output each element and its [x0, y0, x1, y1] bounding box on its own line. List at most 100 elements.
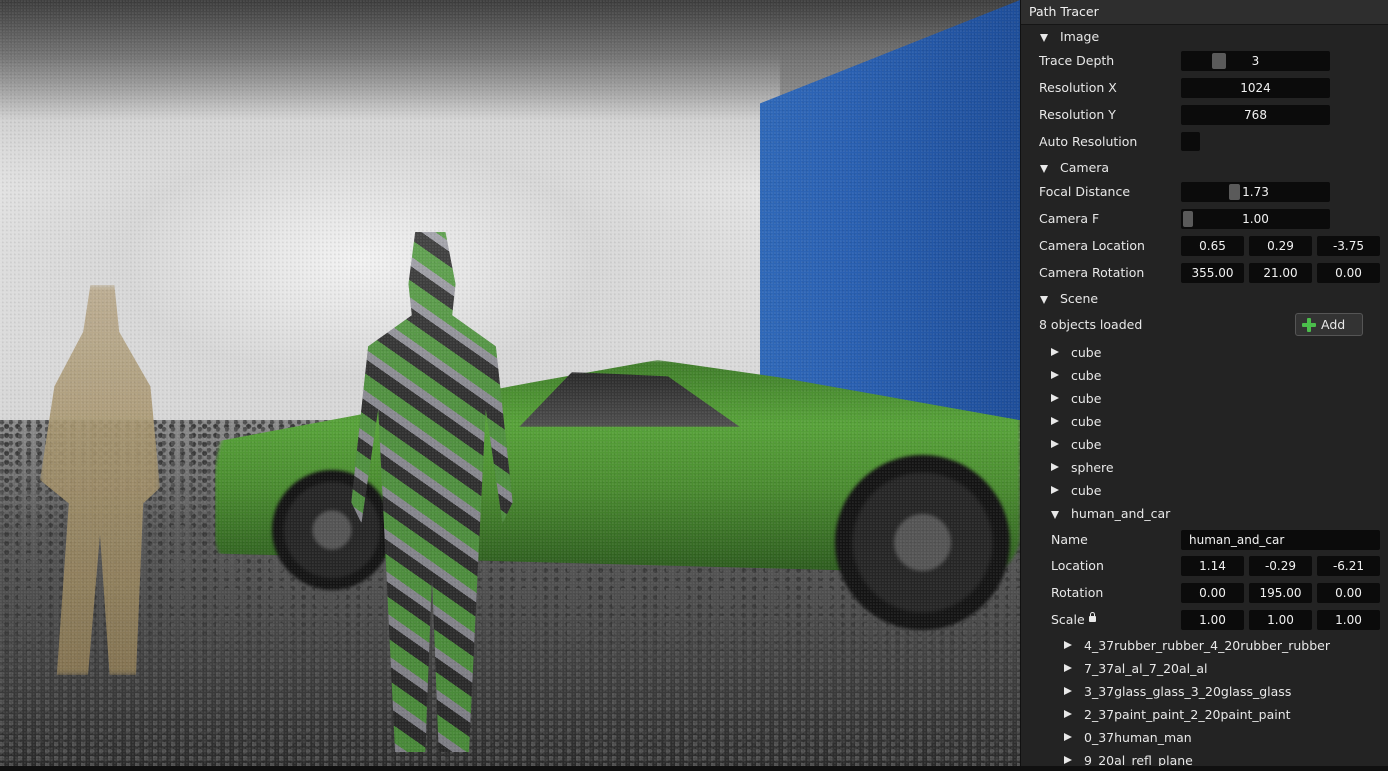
tree-child-label: 4_37rubber_rubber_4_20rubber_rubber: [1084, 638, 1331, 653]
expand-triangle-icon: [1064, 756, 1072, 764]
collapse-triangle-icon: [1040, 34, 1048, 42]
camera-f-row: Camera F 1.00: [1021, 208, 1388, 231]
camera-location-y[interactable]: 0.29: [1249, 236, 1312, 256]
tree-item-label: human_and_car: [1071, 506, 1171, 521]
tree-item-cube[interactable]: cube: [1021, 365, 1388, 388]
tree-item-label: cube: [1071, 437, 1102, 452]
trace-depth-row: Trace Depth 3: [1021, 50, 1388, 73]
expand-triangle-icon: [1051, 417, 1059, 425]
object-scale-row: Scale 1.00 1.00 1.00: [1021, 609, 1388, 632]
focal-distance-label: Focal Distance: [1039, 184, 1131, 199]
object-scale-y[interactable]: 1.00: [1249, 610, 1312, 630]
tree-item-cube[interactable]: cube: [1021, 480, 1388, 503]
expand-triangle-icon: [1064, 641, 1072, 649]
resolution-y-field[interactable]: 768: [1181, 105, 1330, 125]
object-rotation-y[interactable]: 195.00: [1249, 583, 1312, 603]
slider-grab[interactable]: [1229, 184, 1240, 200]
camera-location-z[interactable]: -3.75: [1317, 236, 1380, 256]
tree-child-label: 3_37glass_glass_3_20glass_glass: [1084, 684, 1292, 699]
add-object-button[interactable]: Add: [1295, 313, 1363, 336]
tree-child-label: 0_37human_man: [1084, 730, 1192, 745]
add-button-label: Add: [1321, 317, 1346, 332]
tree-child-label: 9_20al_refl_plane: [1084, 753, 1193, 766]
resolution-y-label: Resolution Y: [1039, 107, 1116, 122]
collapse-triangle-icon: [1040, 165, 1048, 173]
expand-triangle-icon: [1064, 710, 1072, 718]
tree-child-label: 2_37paint_paint_2_20paint_paint: [1084, 707, 1291, 722]
expand-triangle-icon: [1051, 348, 1059, 356]
object-scale-label: Scale: [1051, 612, 1085, 627]
focal-distance-row: Focal Distance 1.73: [1021, 181, 1388, 204]
camera-rotation-z[interactable]: 0.00: [1317, 263, 1380, 283]
slider-grab[interactable]: [1183, 211, 1193, 227]
expand-triangle-icon: [1051, 394, 1059, 402]
resolution-y-row: Resolution Y 768: [1021, 104, 1388, 127]
object-name-input[interactable]: human_and_car: [1181, 530, 1380, 550]
collapse-triangle-icon: [1040, 296, 1048, 304]
camera-rotation-y[interactable]: 21.00: [1249, 263, 1312, 283]
car-front-wheel: [835, 455, 1010, 630]
plus-icon: [1302, 318, 1316, 332]
camera-location-label: Camera Location: [1039, 238, 1145, 253]
scene-section-header[interactable]: Scene: [1021, 288, 1388, 311]
camera-f-value: 1.00: [1242, 212, 1269, 226]
tree-child-item[interactable]: 4_37rubber_rubber_4_20rubber_rubber: [1021, 635, 1388, 658]
tree-item-label: cube: [1071, 368, 1102, 383]
tree-item-label: cube: [1071, 345, 1102, 360]
camera-f-slider[interactable]: 1.00: [1181, 209, 1330, 229]
object-scale-z[interactable]: 1.00: [1317, 610, 1380, 630]
expand-triangle-icon: [1051, 463, 1059, 471]
object-location-x[interactable]: 1.14: [1181, 556, 1244, 576]
trace-depth-value: 3: [1251, 54, 1260, 68]
focal-distance-slider[interactable]: 1.73: [1181, 182, 1330, 202]
path-tracer-panel: Path Tracer Image Trace Depth 3 Resoluti…: [1020, 0, 1388, 766]
scene-header-label: Scene: [1060, 291, 1099, 306]
tree-item-label: sphere: [1071, 460, 1114, 475]
slider-grab[interactable]: [1212, 53, 1226, 69]
camera-location-row: Camera Location 0.65 0.29 -3.75: [1021, 235, 1388, 258]
resolution-x-field[interactable]: 1024: [1181, 78, 1330, 98]
camera-rotation-label: Camera Rotation: [1039, 265, 1145, 280]
lock-icon[interactable]: [1089, 612, 1096, 622]
expand-triangle-icon: [1064, 664, 1072, 672]
tree-child-item[interactable]: 2_37paint_paint_2_20paint_paint: [1021, 704, 1388, 727]
expand-triangle-icon: [1064, 733, 1072, 741]
object-location-y[interactable]: -0.29: [1249, 556, 1312, 576]
trace-depth-slider[interactable]: 3: [1181, 51, 1330, 71]
camera-rotation-x[interactable]: 355.00: [1181, 263, 1244, 283]
auto-resolution-checkbox[interactable]: [1181, 132, 1200, 151]
tree-item-cube[interactable]: cube: [1021, 434, 1388, 457]
object-location-row: Location 1.14 -0.29 -6.21: [1021, 555, 1388, 578]
object-location-z[interactable]: -6.21: [1317, 556, 1380, 576]
tree-child-item[interactable]: 7_37al_al_7_20al_al: [1021, 658, 1388, 681]
tree-item-human-and-car[interactable]: human_and_car: [1021, 503, 1388, 526]
object-rotation-z[interactable]: 0.00: [1317, 583, 1380, 603]
focal-distance-value: 1.73: [1242, 185, 1269, 199]
image-section-header[interactable]: Image: [1021, 26, 1388, 49]
tree-item-cube[interactable]: cube: [1021, 388, 1388, 411]
expand-triangle-icon: [1051, 486, 1059, 494]
tree-item-sphere[interactable]: sphere: [1021, 457, 1388, 480]
camera-f-label: Camera F: [1039, 211, 1100, 226]
camera-section-header[interactable]: Camera: [1021, 157, 1388, 180]
tree-child-item[interactable]: 9_20al_refl_plane: [1021, 750, 1388, 766]
camera-location-x[interactable]: 0.65: [1181, 236, 1244, 256]
tree-item-cube[interactable]: cube: [1021, 411, 1388, 434]
tree-item-cube[interactable]: cube: [1021, 342, 1388, 365]
object-name-label: Name: [1051, 532, 1088, 547]
tree-item-label: cube: [1071, 483, 1102, 498]
collapse-triangle-icon: [1051, 511, 1059, 519]
object-name-row: Name human_and_car: [1021, 529, 1388, 552]
object-scale-x[interactable]: 1.00: [1181, 610, 1244, 630]
car-rear-wheel: [272, 470, 392, 590]
tree-child-item[interactable]: 3_37glass_glass_3_20glass_glass: [1021, 681, 1388, 704]
tree-child-item[interactable]: 0_37human_man: [1021, 727, 1388, 750]
panel-title[interactable]: Path Tracer: [1021, 0, 1388, 25]
bottom-border: [0, 766, 1388, 771]
render-viewport[interactable]: [0, 0, 1020, 766]
object-rotation-x[interactable]: 0.00: [1181, 583, 1244, 603]
auto-resolution-row: Auto Resolution: [1021, 131, 1388, 154]
camera-rotation-row: Camera Rotation 355.00 21.00 0.00: [1021, 262, 1388, 285]
camera-header-label: Camera: [1060, 160, 1110, 175]
expand-triangle-icon: [1064, 687, 1072, 695]
